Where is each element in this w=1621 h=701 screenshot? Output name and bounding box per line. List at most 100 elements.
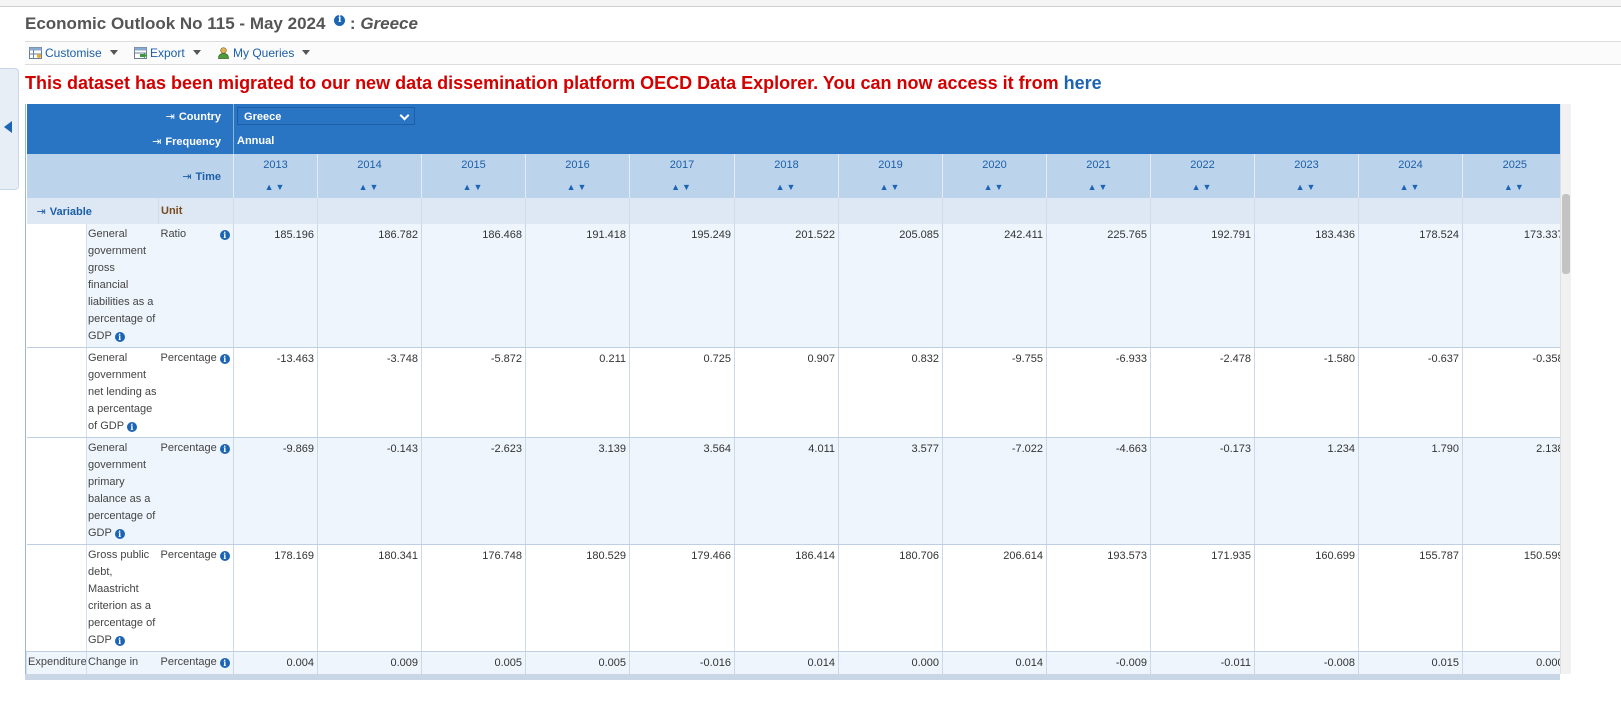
row-variable-label: General government primary balance as a …: [86, 437, 159, 545]
variable-info-icon[interactable]: i: [126, 422, 137, 432]
table-cell: 0.725: [629, 347, 735, 438]
table-cell: -0.008: [1254, 651, 1359, 674]
sort-arrows-icon[interactable]: ▲▼: [734, 176, 839, 198]
year-header-2014: 2014: [317, 154, 422, 176]
sort-arrows-icon[interactable]: ▲▼: [525, 176, 630, 198]
frequency-dimension-label[interactable]: ⇥ Frequency: [26, 128, 234, 154]
dimension-arrow-icon: ⇥: [165, 110, 175, 123]
table-row: General government net lending as a perc…: [26, 347, 1561, 438]
chevron-down-icon: [302, 50, 311, 55]
variable-unit-header-row: ⇥ Variable Unit: [26, 198, 1561, 224]
scrollbar-thumb[interactable]: [1562, 194, 1570, 274]
table-cell: -0.009: [1046, 651, 1151, 674]
table-cell: 0.907: [734, 347, 839, 438]
header-spacer: [1358, 198, 1463, 224]
sort-arrows-icon[interactable]: ▲▼: [838, 176, 943, 198]
toolbar: Customise Export My Queries: [25, 41, 1621, 65]
table-cell: -0.016: [629, 651, 735, 674]
customise-icon: [29, 47, 42, 59]
table-cell: -6.933: [1046, 347, 1151, 438]
table-cell: 186.414: [734, 544, 839, 652]
table-cell: 2.138: [1462, 437, 1561, 545]
my-queries-label: My Queries: [233, 46, 295, 60]
chevron-down-icon: [109, 50, 118, 55]
sort-arrows-icon[interactable]: ▲▼: [629, 176, 735, 198]
unit-header: Unit: [157, 198, 234, 224]
country-dimension-label[interactable]: ⇥ Country: [26, 104, 234, 128]
table-cell: -7.022: [942, 437, 1047, 545]
table-row: Expenditure and GDPChange in inventories…: [26, 651, 1561, 674]
vertical-scrollbar[interactable]: [1560, 104, 1571, 674]
sort-arrows-icon[interactable]: ▲▼: [317, 176, 422, 198]
header-spacer: [734, 198, 839, 224]
header-spacer: [942, 198, 1047, 224]
variable-dimension-label[interactable]: ⇥ Variable: [26, 198, 159, 224]
header-spacer: [317, 198, 422, 224]
unit-info-icon[interactable]: i: [219, 354, 230, 364]
frequency-label: Frequency: [165, 135, 222, 148]
table-cell: 173.337: [1462, 224, 1561, 348]
table-row: Gross public debt, Maastricht criterion …: [26, 544, 1561, 652]
year-header-2015: 2015: [421, 154, 526, 176]
year-header-2021: 2021: [1046, 154, 1151, 176]
table-cell: 0.005: [525, 651, 630, 674]
variable-info-icon[interactable]: i: [114, 636, 125, 646]
country-row: ⇥ Country Greece: [26, 104, 1561, 128]
sort-arrows-icon[interactable]: ▲▼: [1462, 176, 1561, 198]
horizontal-scrollbar[interactable]: [25, 674, 1560, 680]
year-header-2018: 2018: [734, 154, 839, 176]
unit-info-icon[interactable]: i: [219, 230, 230, 240]
export-menu[interactable]: Export: [134, 46, 201, 60]
table-cell: -2.623: [421, 437, 526, 545]
table-cell: 0.014: [734, 651, 839, 674]
time-dimension-label[interactable]: ⇥ Time: [26, 154, 234, 198]
variable-info-icon[interactable]: i: [114, 332, 125, 342]
dimension-arrow-icon: ⇥: [152, 135, 162, 148]
table-cell: 180.341: [317, 544, 422, 652]
sort-arrows-icon[interactable]: ▲▼: [1150, 176, 1255, 198]
export-label: Export: [150, 46, 185, 60]
year-header-2016: 2016: [525, 154, 630, 176]
row-unit-label: Percentage: [158, 437, 217, 545]
row-unit-label: Ratio: [158, 224, 217, 348]
sort-row: ▲▼ ▲▼ ▲▼ ▲▼ ▲▼ ▲▼ ▲▼ ▲▼ ▲▼ ▲▼ ▲▼ ▲▼ ▲▼: [27, 176, 1561, 198]
dataset-info-icon[interactable]: i: [334, 15, 346, 27]
table-cell: 242.411: [942, 224, 1047, 348]
sort-arrows-icon[interactable]: ▲▼: [1046, 176, 1151, 198]
unit-info-cell: i: [216, 651, 234, 674]
table-cell: -1.580: [1254, 347, 1359, 438]
sort-arrows-icon[interactable]: ▲▼: [233, 176, 318, 198]
country-select[interactable]: Greece: [237, 107, 416, 125]
table-cell: 4.011: [734, 437, 839, 545]
unit-info-icon[interactable]: i: [219, 658, 230, 668]
unit-info-icon[interactable]: i: [219, 551, 230, 561]
variable-name: General government net lending as a perc…: [88, 352, 157, 432]
variable-info-icon[interactable]: i: [114, 529, 125, 539]
sort-arrows-icon[interactable]: ▲▼: [942, 176, 1047, 198]
dimension-arrow-icon: ⇥: [182, 170, 192, 183]
time-year-row: ⇥ Time 2013 2014 2015 2016 2017 2018 2019 2020 20…: [26, 154, 1561, 198]
side-panel-toggle[interactable]: [0, 68, 19, 190]
table-cell: -2.478: [1150, 347, 1255, 438]
table-cell: 155.787: [1358, 544, 1463, 652]
sort-arrows-icon[interactable]: ▲▼: [421, 176, 526, 198]
variable-name: General government primary balance as a …: [88, 442, 156, 539]
user-icon: [218, 47, 229, 59]
sort-arrows-icon[interactable]: ▲▼: [1358, 176, 1463, 198]
notice-here-link[interactable]: here: [1064, 73, 1102, 93]
table-cell: 1.234: [1254, 437, 1359, 545]
sort-arrows-icon[interactable]: ▲▼: [1254, 176, 1359, 198]
table-cell: 186.468: [421, 224, 526, 348]
header-spacer: [1462, 198, 1561, 224]
country-select-value: Greece: [244, 111, 282, 123]
export-icon: [134, 47, 147, 59]
table-cell: -0.011: [1150, 651, 1255, 674]
year-header-2025: 2025: [1462, 154, 1561, 176]
table-cell: 180.706: [838, 544, 943, 652]
customise-menu[interactable]: Customise: [29, 46, 118, 60]
unit-info-icon[interactable]: i: [219, 444, 230, 454]
header-spacer: [838, 198, 943, 224]
my-queries-menu[interactable]: My Queries: [217, 46, 311, 60]
table-cell: 0.211: [525, 347, 630, 438]
row-variable-label: General government gross financial liabi…: [86, 224, 159, 348]
